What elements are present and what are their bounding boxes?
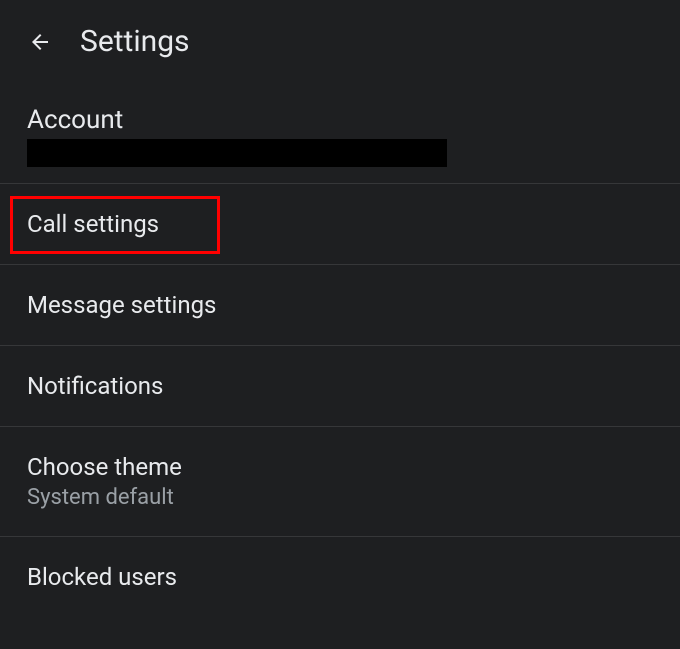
back-arrow-icon[interactable] (28, 30, 52, 54)
settings-item-label: Choose theme (27, 453, 653, 481)
settings-item-call-settings[interactable]: Call settings (0, 184, 680, 265)
header: Settings (0, 0, 680, 83)
account-label: Account (27, 105, 653, 135)
settings-item-label: Blocked users (27, 563, 653, 591)
page-title: Settings (80, 24, 190, 59)
account-section[interactable]: Account (0, 83, 680, 184)
account-redacted-value (27, 139, 447, 167)
settings-item-label: Notifications (27, 372, 653, 400)
settings-item-choose-theme[interactable]: Choose theme System default (0, 427, 680, 537)
settings-item-notifications[interactable]: Notifications (0, 346, 680, 427)
settings-item-message-settings[interactable]: Message settings (0, 265, 680, 346)
settings-item-blocked-users[interactable]: Blocked users (0, 537, 680, 631)
settings-item-label: Call settings (27, 210, 653, 238)
settings-item-subtitle: System default (27, 485, 653, 510)
settings-item-label: Message settings (27, 291, 653, 319)
back-arrow-svg (28, 29, 52, 55)
